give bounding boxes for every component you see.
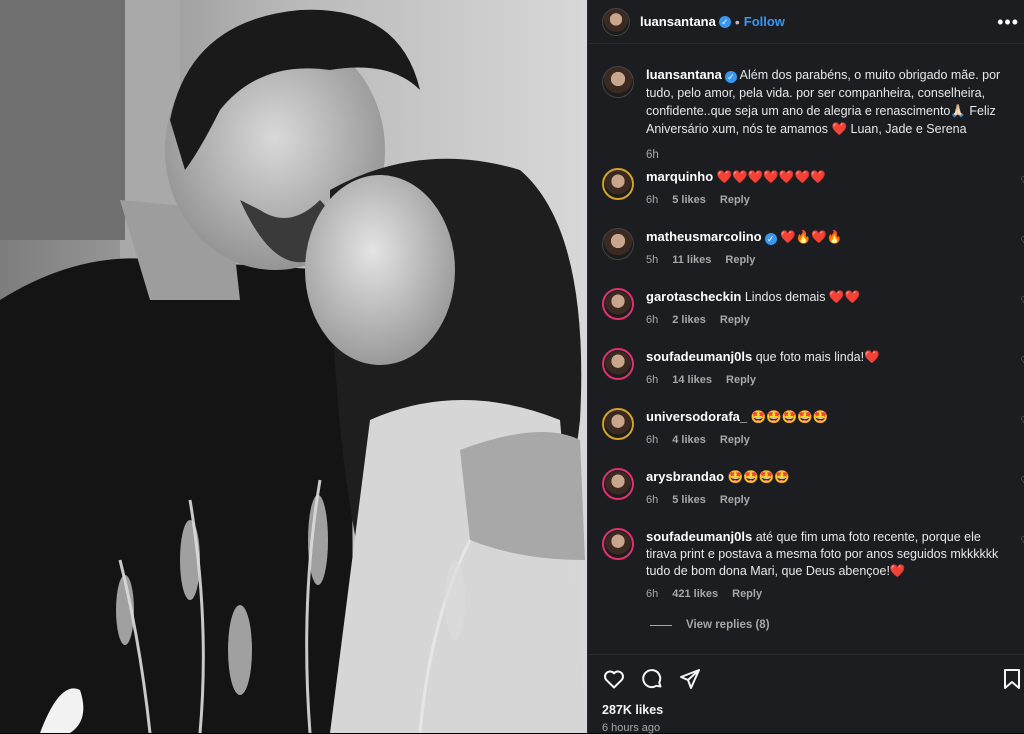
comment-likes[interactable]: 5 likes bbox=[672, 192, 706, 209]
reply-button[interactable]: Reply bbox=[720, 492, 750, 509]
comment-time: 6h bbox=[646, 588, 659, 600]
author-username[interactable]: luansantana bbox=[640, 14, 716, 29]
comment-time: 6h bbox=[646, 314, 659, 326]
comment-likes[interactable]: 2 likes bbox=[672, 312, 706, 329]
commenter-username[interactable]: universodorafa_ bbox=[646, 409, 747, 424]
comment-text: 🤩🤩🤩🤩 bbox=[727, 470, 790, 484]
comment-heart-icon[interactable]: ♡ bbox=[1020, 534, 1024, 548]
verified-badge-icon: ✓ bbox=[764, 233, 777, 245]
heart-icon[interactable] bbox=[602, 667, 626, 691]
more-icon[interactable]: ••• bbox=[997, 12, 1019, 33]
post-actions: 287K likes 6 hours ago bbox=[588, 654, 1024, 734]
comment-likes[interactable]: 421 likes bbox=[672, 586, 718, 603]
author-avatar[interactable] bbox=[602, 7, 630, 36]
reply-button[interactable]: Reply bbox=[732, 586, 762, 603]
post-header: luansantana ✓ • Follow ••• bbox=[588, 0, 1024, 44]
comment-item: matheusmarcolino ✓ ❤️🔥❤️🔥 5h 11 likes Rep… bbox=[602, 228, 1024, 269]
comment-text: que foto mais linda!❤️ bbox=[755, 350, 880, 364]
comment-item: universodorafa_ 🤩🤩🤩🤩🤩 6h 4 likes Reply ♡ bbox=[602, 408, 1024, 449]
comment-time: 6h bbox=[646, 494, 659, 506]
reply-button[interactable]: Reply bbox=[720, 312, 750, 329]
comment-text: ❤️❤️❤️❤️❤️❤️❤️ bbox=[716, 170, 826, 184]
view-replies-button[interactable]: View replies (8) bbox=[650, 619, 770, 631]
comment-icon[interactable] bbox=[640, 667, 664, 691]
comment-heart-icon[interactable]: ♡ bbox=[1020, 414, 1024, 428]
comment-item: arysbrandao 🤩🤩🤩🤩 6h 5 likes Reply ♡ bbox=[602, 468, 1024, 509]
comment-item: soufadeumanj0ls que foto mais linda!❤️ 6… bbox=[602, 348, 1024, 389]
comment-item: garotascheckin Lindos demais ❤️❤️ 6h 2 l… bbox=[602, 288, 1024, 329]
comment-heart-icon[interactable]: ♡ bbox=[1020, 474, 1024, 488]
post-caption: luansantana ✓ Além dos parabéns, o muito … bbox=[602, 66, 1012, 164]
caption-avatar[interactable] bbox=[602, 66, 634, 98]
caption-time: 6h bbox=[646, 149, 659, 161]
verified-badge-icon: ✓ bbox=[718, 15, 731, 28]
comment-heart-icon[interactable]: ♡ bbox=[1020, 354, 1024, 368]
view-replies-label: View replies (8) bbox=[686, 619, 770, 631]
reply-button[interactable]: Reply bbox=[725, 252, 755, 269]
commenter-avatar[interactable] bbox=[602, 408, 634, 440]
reply-button[interactable]: Reply bbox=[720, 192, 750, 209]
comment-likes[interactable]: 11 likes bbox=[672, 252, 711, 269]
reply-button[interactable]: Reply bbox=[720, 432, 750, 449]
comments-scroll-area[interactable]: luansantana ✓ Além dos parabéns, o muito … bbox=[588, 44, 1024, 654]
commenter-username[interactable]: soufadeumanj0ls bbox=[646, 529, 752, 544]
comment-heart-icon[interactable]: ♡ bbox=[1020, 234, 1024, 248]
photo-image bbox=[0, 0, 587, 733]
comment-text: Lindos demais ❤️❤️ bbox=[744, 290, 861, 304]
comment-likes[interactable]: 4 likes bbox=[672, 432, 706, 449]
comment-time: 6h bbox=[646, 374, 659, 386]
commenter-username[interactable]: marquinho bbox=[646, 169, 713, 184]
comment-likes[interactable]: 5 likes bbox=[672, 492, 706, 509]
reply-button[interactable]: Reply bbox=[726, 372, 756, 389]
post-photo[interactable] bbox=[0, 0, 587, 733]
commenter-username[interactable]: soufadeumanj0ls bbox=[646, 349, 752, 364]
comment-heart-icon[interactable]: ♡ bbox=[1020, 294, 1024, 308]
post-side-panel: luansantana ✓ • Follow ••• luansantana ✓ … bbox=[587, 0, 1024, 734]
commenter-username[interactable]: garotascheckin bbox=[646, 289, 741, 304]
caption-username[interactable]: luansantana bbox=[646, 67, 722, 82]
comment-likes[interactable]: 14 likes bbox=[672, 372, 712, 389]
bookmark-icon[interactable] bbox=[1001, 667, 1023, 691]
comment-time: 6h bbox=[646, 434, 659, 446]
commenter-avatar[interactable] bbox=[602, 528, 634, 560]
separator-dot: • bbox=[734, 13, 740, 30]
comment-item: marquinho ❤️❤️❤️❤️❤️❤️❤️ 6h 5 likes Repl… bbox=[602, 168, 1024, 209]
share-icon[interactable] bbox=[678, 667, 702, 691]
comment-time: 5h bbox=[646, 254, 659, 266]
likes-count[interactable]: 287K likes bbox=[602, 703, 663, 717]
view-replies-line bbox=[650, 624, 672, 626]
commenter-avatar[interactable] bbox=[602, 468, 634, 500]
verified-badge-icon: ✓ bbox=[724, 71, 737, 83]
comment-time: 6h bbox=[646, 194, 659, 206]
comment-text: 🤩🤩🤩🤩🤩 bbox=[750, 410, 829, 424]
commenter-avatar[interactable] bbox=[602, 348, 634, 380]
commenter-avatar[interactable] bbox=[602, 228, 634, 260]
comment-item: soufadeumanj0ls até que fim uma foto rec… bbox=[602, 528, 1024, 603]
commenter-avatar[interactable] bbox=[602, 168, 634, 200]
commenter-username[interactable]: arysbrandao bbox=[646, 469, 724, 484]
follow-button[interactable]: Follow bbox=[744, 14, 785, 29]
comment-heart-icon[interactable]: ♡ bbox=[1020, 174, 1024, 188]
instagram-post: luansantana ✓ • Follow ••• luansantana ✓ … bbox=[0, 0, 1024, 734]
commenter-username[interactable]: matheusmarcolino bbox=[646, 229, 762, 244]
post-time: 6 hours ago bbox=[602, 722, 661, 734]
commenter-avatar[interactable] bbox=[602, 288, 634, 320]
comment-text: ❤️🔥❤️🔥 bbox=[780, 230, 843, 244]
